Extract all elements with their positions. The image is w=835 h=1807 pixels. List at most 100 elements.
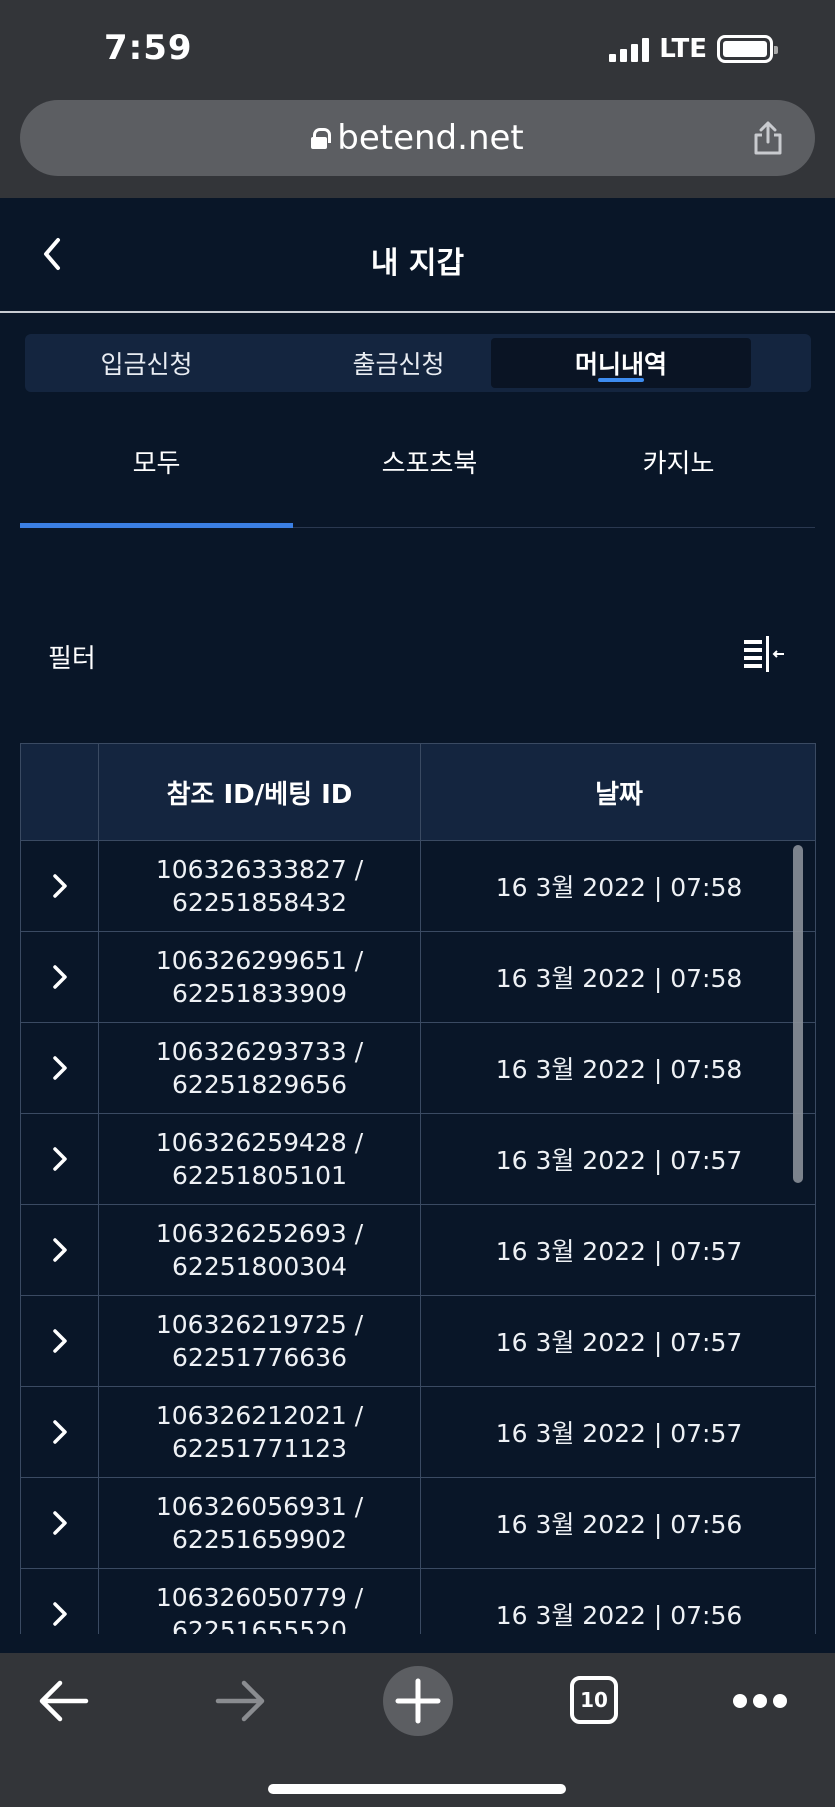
ref-id: 106326333827 / (155, 855, 364, 884)
table-row[interactable]: 106326252693 / 62251800304 16 3월 2022 | 0… (21, 1205, 815, 1296)
expand-cell[interactable] (21, 1478, 99, 1568)
expand-cell[interactable] (21, 841, 99, 931)
lock-icon (311, 128, 332, 149)
date-cell: 16 3월 2022 | 07:57 (495, 1419, 743, 1448)
expand-cell[interactable] (21, 1569, 99, 1634)
ref-id-cell: 106326252693 / 62251800304 (99, 1205, 421, 1295)
date-cell: 16 3월 2022 | 07:58 (495, 1055, 743, 1084)
filter-label[interactable]: 필터 (48, 638, 96, 675)
browser-back-icon[interactable] (36, 1678, 90, 1724)
expand-cell[interactable] (21, 1114, 99, 1204)
new-tab-plus-icon[interactable] (382, 1665, 454, 1737)
subtab-all[interactable]: 모두 (20, 430, 293, 528)
ref-id: 106326219725 / (155, 1310, 364, 1339)
subtab-label: 스포츠북 (381, 448, 478, 479)
tab-withdraw-request[interactable]: 출금신청 (281, 338, 516, 388)
chevron-right-icon[interactable] (51, 1055, 69, 1081)
table-row[interactable]: 106326333827 / 62251858432 16 3월 2022 | 0… (21, 841, 815, 932)
bet-id: 62251800304 (172, 1252, 347, 1281)
ref-id: 106326212021 / (155, 1401, 364, 1430)
table-header: 참조 ID/베팅 ID 날짜 (21, 743, 815, 841)
category-subtabs: 모두 스포츠북 카지노 (20, 430, 815, 528)
expand-cell[interactable] (21, 1023, 99, 1113)
bet-id: 62251776636 (172, 1343, 347, 1372)
tab-money-history[interactable]: 머니내역 (491, 338, 751, 388)
tab-label: 출금신청 (352, 350, 445, 379)
ref-id-cell: 106326333827 / 62251858432 (99, 841, 421, 931)
url-text: betend.net (337, 118, 524, 158)
date-cell: 16 3월 2022 | 07:56 (495, 1510, 743, 1539)
page-title: 내 지갑 (370, 246, 465, 281)
bet-id: 62251805101 (172, 1161, 347, 1190)
date-cell: 16 3월 2022 | 07:56 (495, 1601, 743, 1630)
bet-id: 62251659902 (172, 1525, 347, 1554)
bet-id: 62251771123 (172, 1434, 347, 1463)
wallet-segment-tabs: 입금신청 출금신청 머니내역 (25, 334, 811, 392)
table-row[interactable]: 106326219725 / 62251776636 16 3월 2022 | 0… (21, 1296, 815, 1387)
tab-label: 입금신청 (100, 350, 193, 379)
table-header-ref-id: 참조 ID/베팅 ID (99, 744, 421, 840)
page-header: 내 지갑 (0, 198, 835, 313)
table-row[interactable]: 106326212021 / 62251771123 16 3월 2022 | 0… (21, 1387, 815, 1478)
expand-cell[interactable] (21, 932, 99, 1022)
browser-forward-icon[interactable] (214, 1678, 268, 1724)
subtab-label: 모두 (132, 448, 181, 479)
expand-cell[interactable] (21, 1387, 99, 1477)
date-cell: 16 3월 2022 | 07:58 (495, 964, 743, 993)
ref-id: 106326050779 / (155, 1583, 364, 1612)
address-bar[interactable]: betend.net (20, 100, 815, 176)
subtab-casino[interactable]: 카지노 (542, 430, 815, 528)
expand-cell[interactable] (21, 1296, 99, 1386)
table-row[interactable]: 106326259428 / 62251805101 16 3월 2022 | 0… (21, 1114, 815, 1205)
date-cell: 16 3월 2022 | 07:58 (495, 873, 743, 902)
bet-id: 62251858432 (172, 888, 347, 917)
ref-id-cell: 106326050779 / 62251655520 (99, 1569, 421, 1634)
table-scrollbar[interactable] (793, 845, 803, 1183)
table-header-expand (21, 744, 99, 840)
status-bar: 7:59 LTE (0, 0, 835, 96)
chevron-right-icon[interactable] (51, 1328, 69, 1354)
tab-count: 10 (580, 1688, 608, 1712)
status-time: 7:59 (104, 28, 193, 68)
browser-address-area: betend.net (0, 96, 835, 198)
subtab-label: 카지노 (642, 448, 715, 479)
share-icon[interactable] (751, 120, 785, 156)
money-history-table: 참조 ID/베팅 ID 날짜 106326333827 / 62251858432… (20, 743, 816, 1634)
ref-id: 106326299651 / (155, 946, 364, 975)
tab-deposit-request[interactable]: 입금신청 (29, 338, 264, 388)
more-menu-icon[interactable] (732, 1693, 788, 1709)
table-row[interactable]: 106326299651 / 62251833909 16 3월 2022 | 0… (21, 932, 815, 1023)
chevron-right-icon[interactable] (51, 1419, 69, 1445)
signal-icon (609, 36, 650, 62)
chevron-right-icon[interactable] (51, 1601, 69, 1627)
network-type: LTE (659, 34, 707, 64)
bet-id: 62251655520 (172, 1616, 347, 1634)
home-indicator (268, 1784, 566, 1794)
ref-id: 106326293733 / (155, 1037, 364, 1066)
date-cell: 16 3월 2022 | 07:57 (495, 1237, 743, 1266)
chevron-right-icon[interactable] (51, 1237, 69, 1263)
chevron-right-icon[interactable] (51, 1510, 69, 1536)
chevron-right-icon[interactable] (51, 873, 69, 899)
date-cell: 16 3월 2022 | 07:57 (495, 1146, 743, 1175)
bet-id: 62251829656 (172, 1070, 347, 1099)
ref-id: 106326259428 / (155, 1128, 364, 1157)
subtab-sportsbook[interactable]: 스포츠북 (293, 430, 566, 528)
battery-icon (717, 35, 778, 63)
table-row[interactable]: 106326056931 / 62251659902 16 3월 2022 | 0… (21, 1478, 815, 1569)
chevron-right-icon[interactable] (51, 1146, 69, 1172)
table-row[interactable]: 106326050779 / 62251655520 16 3월 2022 | 0… (21, 1569, 815, 1634)
chevron-right-icon[interactable] (51, 964, 69, 990)
ref-id: 106326056931 / (155, 1492, 364, 1521)
active-tab-indicator (598, 378, 644, 382)
filter-columns-icon[interactable] (744, 636, 786, 672)
table-row[interactable]: 106326293733 / 62251829656 16 3월 2022 | 0… (21, 1023, 815, 1114)
status-indicators: LTE (609, 34, 778, 64)
tabs-count-icon[interactable]: 10 (570, 1676, 618, 1724)
tab-label: 머니내역 (574, 350, 667, 379)
ref-id-cell: 106326219725 / 62251776636 (99, 1296, 421, 1386)
ref-id-cell: 106326293733 / 62251829656 (99, 1023, 421, 1113)
ref-id-cell: 106326299651 / 62251833909 (99, 932, 421, 1022)
ref-id: 106326252693 / (155, 1219, 364, 1248)
expand-cell[interactable] (21, 1205, 99, 1295)
